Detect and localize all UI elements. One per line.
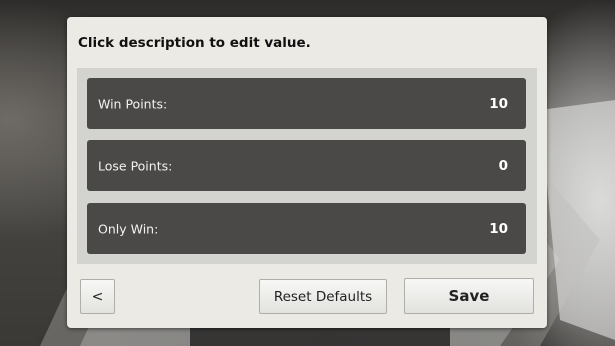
setting-label: Win Points:: [98, 96, 168, 111]
setting-row-only-win[interactable]: Only Win: 10: [87, 203, 526, 254]
back-button[interactable]: <: [80, 279, 115, 314]
setting-row-lose-points[interactable]: Lose Points: 0: [87, 140, 526, 191]
settings-dialog: Click description to edit value. Win Poi…: [67, 17, 547, 328]
settings-list: Win Points: 10 Lose Points: 0 Only Win: …: [77, 68, 537, 264]
save-button[interactable]: Save: [404, 278, 534, 314]
setting-label: Only Win:: [98, 221, 159, 236]
setting-label: Lose Points:: [98, 158, 173, 173]
setting-row-win-points[interactable]: Win Points: 10: [87, 78, 526, 129]
setting-value: 10: [489, 95, 508, 112]
reset-defaults-button[interactable]: Reset Defaults: [259, 279, 387, 314]
setting-value: 10: [489, 220, 508, 237]
setting-value: 0: [498, 157, 508, 174]
dialog-instruction: Click description to edit value.: [78, 35, 311, 51]
